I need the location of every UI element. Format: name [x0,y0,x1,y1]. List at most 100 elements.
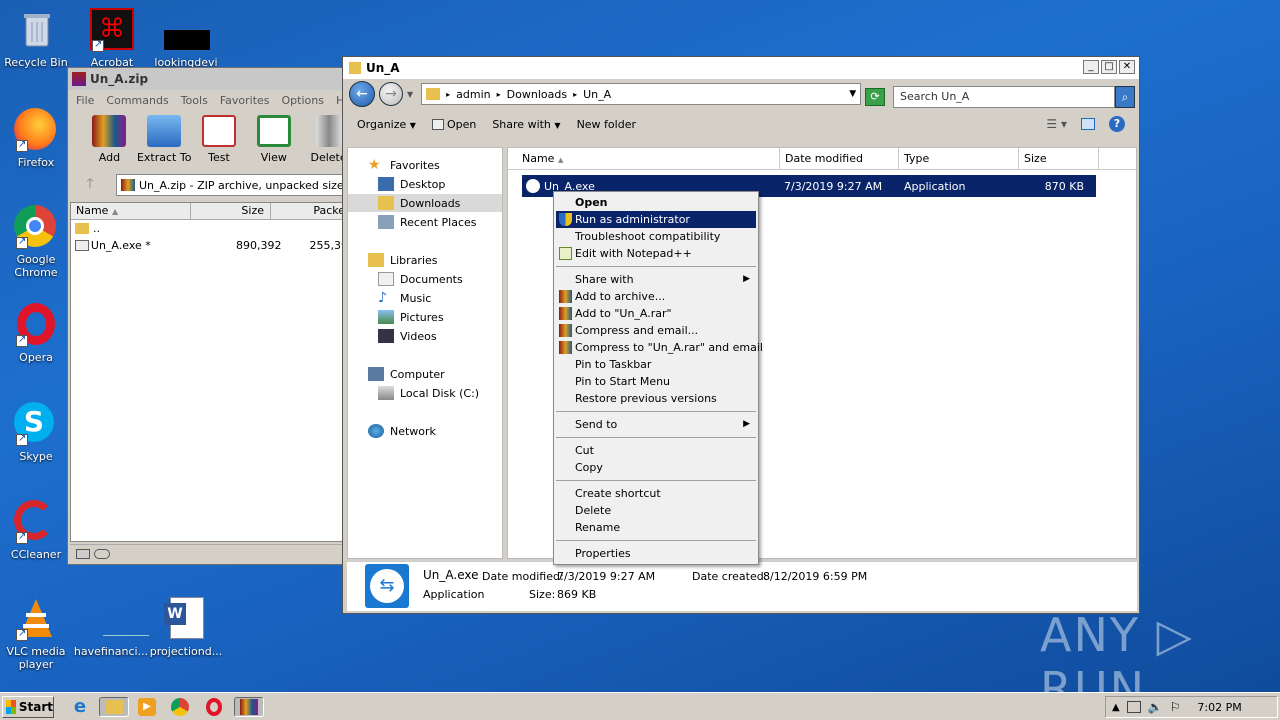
nav-documents[interactable]: Documents [378,272,463,286]
archive-path-field[interactable]: Un_A.zip - ZIP archive, unpacked size 89 [116,174,354,196]
refresh-button[interactable]: ⟳ [865,88,885,106]
nav-libraries[interactable]: Libraries [368,253,438,267]
nav-local-disk[interactable]: Local Disk (C:) [378,386,479,400]
maximize-button[interactable]: □ [1101,60,1117,74]
menu-cut[interactable]: Cut [556,442,756,459]
menu-compress-and-email[interactable]: Compress and email... [556,322,756,339]
minimize-button[interactable]: _ [1083,60,1099,74]
table-row[interactable]: Un_A.exe * 890,392 255,390 [71,237,355,254]
menu-share-with[interactable]: Share with ▶ [556,271,756,288]
nav-pictures[interactable]: Pictures [378,310,444,324]
nav-recent-places[interactable]: Recent Places [378,215,477,229]
desktop-icon-recycle-bin[interactable]: Recycle Bin [0,8,74,69]
desktop-icon-chrome[interactable]: Google Chrome [0,205,74,279]
desktop-icon-firefox[interactable]: Firefox [0,108,74,169]
navigation-pane[interactable]: ★ Favorites Desktop Downloads Recent Plac… [347,147,503,559]
breadcrumb-un-a[interactable]: Un_A [583,88,611,101]
back-button[interactable]: ← [349,81,375,107]
desktop-icon-acrobat[interactable]: ⌘ Acrobat [74,8,150,69]
show-hidden-icons-icon[interactable]: ▲ [1112,702,1120,713]
menu-add-to-archive[interactable]: Add to archive... [556,288,756,305]
taskbar-explorer[interactable] [99,697,129,717]
archive-file-list[interactable]: Name ▲ Size Packed .. Un_A.exe * 890,392… [70,202,356,542]
preview-pane-icon[interactable] [1081,118,1095,130]
details-size-label: Size: [529,588,556,601]
winrar-window[interactable]: Un_A.zip File Commands Tools Favorites O… [67,67,361,565]
menu-options[interactable]: Options [282,94,324,107]
taskbar-media-player[interactable]: ▶ [137,697,157,717]
address-bar[interactable]: ▸ admin ▸ Downloads ▸ Un_A ▼ [421,83,862,105]
menu-file[interactable]: File [76,94,94,107]
menu-open[interactable]: Open [556,194,756,211]
nav-computer[interactable]: Computer [368,367,445,381]
menu-add-to-rar[interactable]: Add to "Un_A.rar" [556,305,756,322]
forward-button[interactable]: → [379,82,403,106]
taskbar-chrome[interactable] [170,697,190,717]
nav-network[interactable]: Network [368,424,436,438]
up-arrow-icon[interactable]: 🡑 [70,173,110,197]
desktop-icon-ccleaner[interactable]: CCleaner [0,500,74,561]
taskbar-internet-explorer[interactable]: e [70,697,90,717]
nav-desktop[interactable]: Desktop [378,177,445,191]
winrar-title-bar[interactable]: Un_A.zip [68,68,356,90]
column-name[interactable]: Name ▲ [508,148,780,169]
organize-button[interactable]: Organize ▼ [357,118,416,131]
menu-delete[interactable]: Delete [556,502,756,519]
column-type[interactable]: Type [899,148,1019,169]
menu-run-as-administrator[interactable]: Run as administrator [556,211,756,228]
menu-pin-to-taskbar[interactable]: Pin to Taskbar [556,356,756,373]
desktop-icon-skype[interactable]: S Skype [0,402,74,463]
column-name[interactable]: Name ▲ [71,203,191,219]
clock[interactable]: 7:02 PM [1197,701,1241,714]
add-button[interactable]: Add [82,115,137,164]
address-dropdown-icon[interactable]: ▼ [849,89,856,99]
column-date-modified[interactable]: Date modified [780,148,899,169]
desktop-icon-opera[interactable]: Opera [0,303,74,364]
nav-videos[interactable]: Videos [378,329,437,343]
menu-rename[interactable]: Rename [556,519,756,536]
menu-pin-to-start-menu[interactable]: Pin to Start Menu [556,373,756,390]
view-options-icon[interactable]: ☰ ▾ [1046,117,1067,131]
explorer-title-bar[interactable]: Un_A [343,57,1139,79]
breadcrumb-downloads[interactable]: Downloads [507,88,567,101]
column-size[interactable]: Size [1019,148,1099,169]
menu-troubleshoot-compatibility[interactable]: Troubleshoot compatibility [556,228,756,245]
search-input[interactable]: Search Un_A [893,86,1115,108]
menu-favorites[interactable]: Favorites [220,94,270,107]
help-icon[interactable]: ? [1109,116,1125,132]
desktop-icon-lookingdevi[interactable]: lookingdevi [148,8,224,69]
desktop-icon-havefinanci[interactable]: havefinanci... [73,597,149,658]
nav-favorites[interactable]: ★ Favorites [368,158,440,172]
menu-compress-to-rar-and-email[interactable]: Compress to "Un_A.rar" and email [556,339,763,356]
desktop-icon-vlc[interactable]: VLC media player [0,597,74,671]
taskbar-opera[interactable] [204,697,224,717]
view-button[interactable]: View [246,115,301,164]
share-with-button[interactable]: Share with ▼ [492,118,560,131]
menu-tools[interactable]: Tools [181,94,208,107]
volume-tray-icon[interactable]: 🔈 [1148,700,1163,714]
open-button[interactable]: Open [431,118,476,131]
network-tray-icon[interactable] [1126,701,1141,713]
menu-commands[interactable]: Commands [106,94,168,107]
start-button[interactable]: Start [2,696,54,718]
search-button[interactable]: ⌕ [1115,86,1135,108]
new-folder-button[interactable]: New folder [577,118,636,131]
close-button[interactable]: ✕ [1119,60,1135,74]
table-row[interactable]: .. [71,220,355,237]
menu-create-shortcut[interactable]: Create shortcut [556,485,756,502]
column-size[interactable]: Size [191,203,271,219]
menu-restore-previous-versions[interactable]: Restore previous versions [556,390,756,407]
extract-to-button[interactable]: Extract To [137,115,192,164]
recent-pages-chevron-icon[interactable]: ▼ [407,90,413,99]
menu-copy[interactable]: Copy [556,459,756,476]
menu-send-to[interactable]: Send to ▶ [556,416,756,433]
nav-downloads[interactable]: Downloads [348,194,502,212]
menu-edit-with-notepad-plus[interactable]: Edit with Notepad++ [556,245,756,262]
taskbar-winrar[interactable] [234,697,264,717]
breadcrumb-admin[interactable]: admin [456,88,490,101]
test-button[interactable]: Test [192,115,247,164]
action-center-flag-icon[interactable]: ⚐ [1170,700,1181,714]
desktop-icon-projectiond[interactable]: W projectiond... [148,597,224,658]
menu-properties[interactable]: Properties [556,545,756,562]
nav-music[interactable]: ♪ Music [378,291,431,305]
